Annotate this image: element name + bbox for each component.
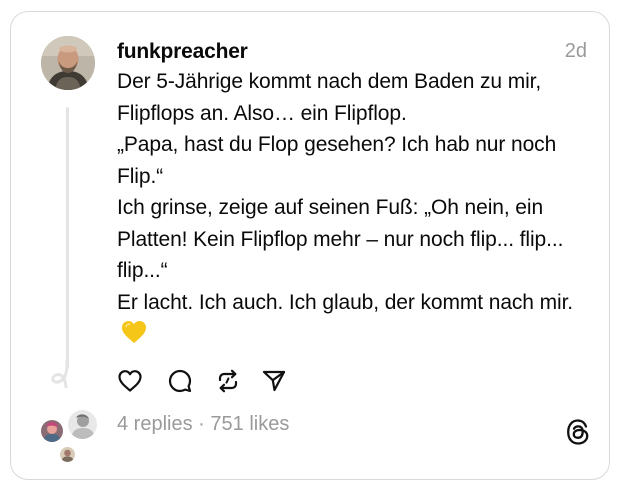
stats-separator: ·: [192, 413, 211, 435]
post-stats[interactable]: 4 replies · 751 likes: [117, 413, 289, 436]
reply-button[interactable]: [167, 368, 193, 394]
share-icon: [262, 370, 286, 392]
reply-avatars[interactable]: [38, 408, 100, 464]
heart-icon: [118, 370, 142, 392]
share-button[interactable]: [261, 368, 287, 394]
likes-count[interactable]: 751 likes: [210, 413, 289, 435]
post-line: Ich grinse, zeige auf seinen Fuß: „Oh ne…: [117, 196, 564, 282]
replier-avatar: [58, 445, 77, 464]
replier-avatar: [66, 408, 99, 441]
comment-icon: [168, 369, 192, 393]
avatar[interactable]: [41, 36, 95, 90]
post-line-text: Er lacht. Ich auch. Ich glaub, der kommt…: [117, 290, 574, 314]
post-line: „Papa, hast du Flop gesehen? Ich hab nur…: [117, 133, 557, 188]
post-timestamp[interactable]: 2d: [565, 40, 587, 63]
like-button[interactable]: [117, 368, 143, 394]
replier-avatar: [39, 418, 65, 444]
replies-count[interactable]: 4 replies: [117, 413, 193, 435]
post-line: Er lacht. Ich auch. Ich glaub, der kommt…: [117, 287, 597, 354]
threads-logo-icon[interactable]: [565, 418, 591, 446]
yellow-heart-emoji: [121, 320, 147, 354]
thread-curl-icon: [51, 360, 69, 388]
post-text: Der 5-Jährige kommt nach dem Baden zu mi…: [117, 66, 597, 354]
username[interactable]: funkpreacher: [117, 40, 248, 64]
thread-line: [66, 107, 69, 369]
repost-icon: [218, 369, 238, 393]
repost-button[interactable]: [215, 368, 241, 394]
post-line: Der 5-Jährige kommt nach dem Baden zu mi…: [117, 70, 542, 125]
profile-photo: [41, 36, 95, 90]
